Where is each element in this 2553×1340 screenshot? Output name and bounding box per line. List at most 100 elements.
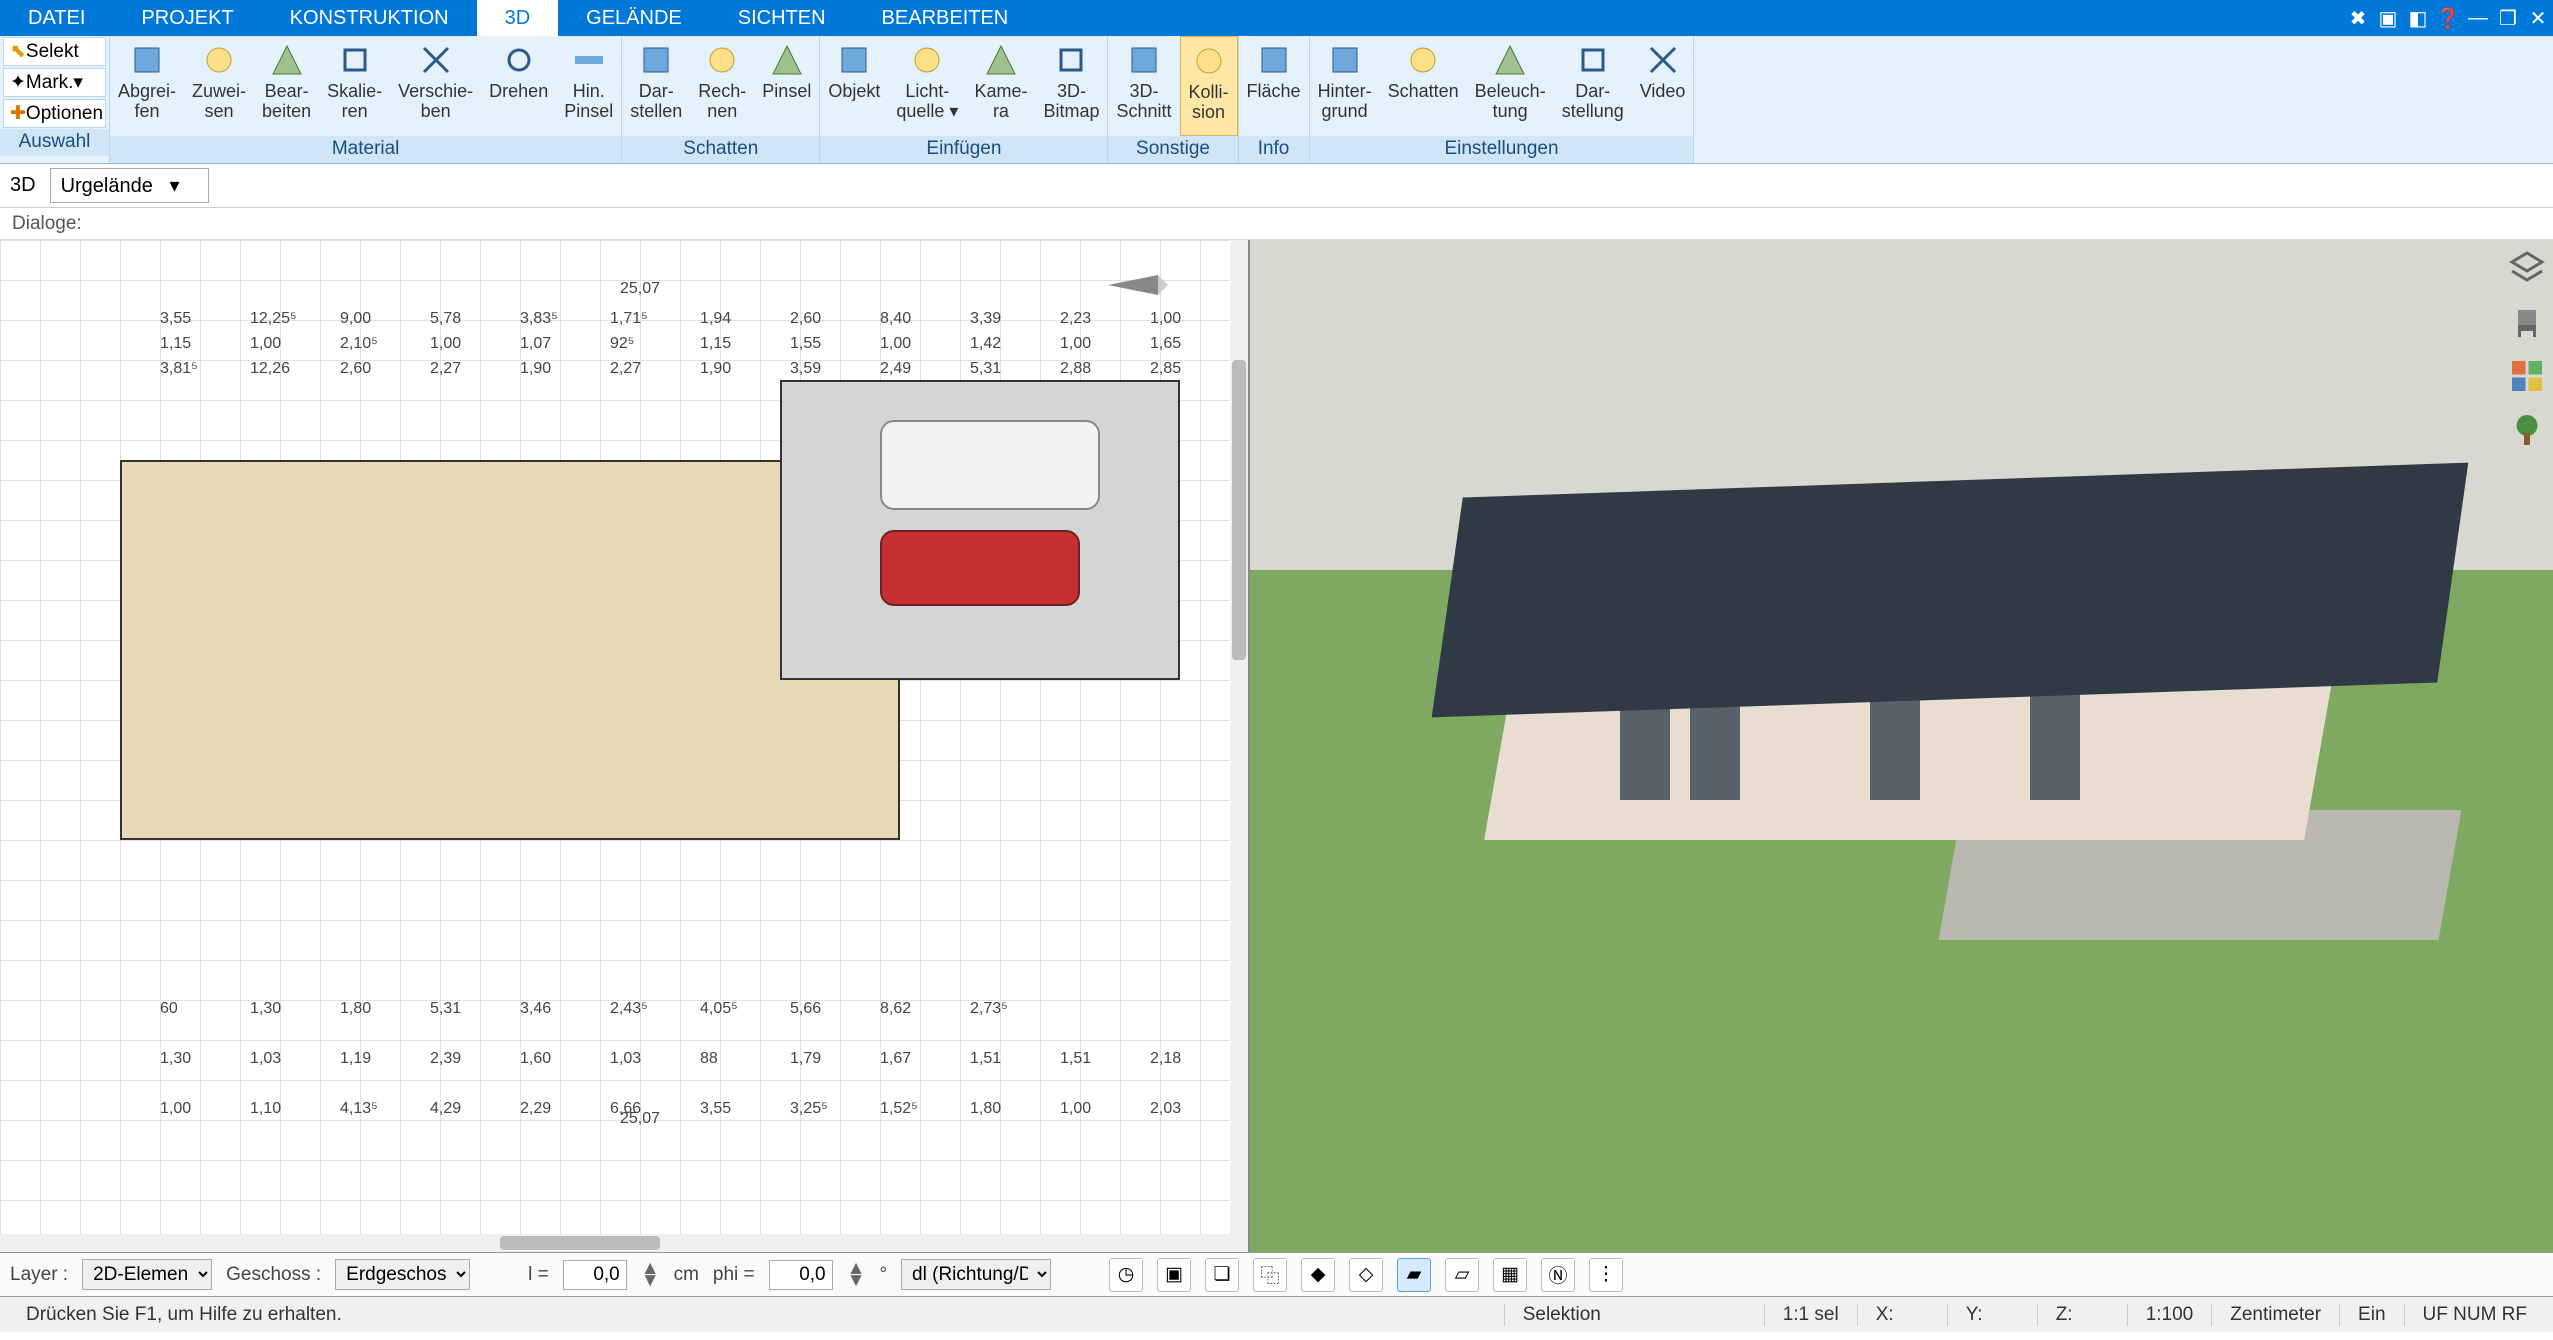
dimension-label: 1,00 (1150, 310, 1181, 328)
ribbon-darstellen-button[interactable]: Dar- stellen (622, 36, 690, 136)
ribbon-dschnitt-button[interactable]: 3D- Schnitt (1108, 36, 1179, 136)
ribbon-hinpinsel-button[interactable]: Hin. Pinsel (556, 36, 621, 136)
view-mode-1[interactable]: ◆ (1301, 1258, 1335, 1292)
help-icon[interactable]: ❓ (2433, 0, 2463, 36)
ribbon-icon (836, 42, 872, 78)
phi-spinner[interactable]: ▲▼ (847, 1263, 866, 1286)
floor-select[interactable]: Erdgeschos (335, 1259, 470, 1290)
ribbon-lichtquelle-button[interactable]: Licht- quelle ▾ (888, 36, 966, 136)
status-y: Y: (1947, 1304, 2037, 1326)
options-button[interactable]: ✚ Optionen (3, 99, 106, 128)
tool-icon-1[interactable]: ✖ (2343, 0, 2373, 36)
dimension-label: 2,29 (520, 1100, 551, 1118)
selection-group: ⬉ Selekt ✦ Mark. ▾ ✚ Optionen Auswahl (0, 36, 110, 163)
dimension-label: 1,90 (520, 360, 551, 378)
length-spinner[interactable]: ▲▼ (641, 1263, 660, 1286)
ribbon-label: Licht- quelle ▾ (896, 82, 958, 122)
menu-tab-projekt[interactable]: PROJEKT (113, 0, 261, 36)
ribbon-dbitmap-button[interactable]: 3D- Bitmap (1035, 36, 1107, 136)
ribbon-drehen-button[interactable]: Drehen (481, 36, 556, 136)
ribbon-icon (638, 42, 674, 78)
close-icon[interactable]: ✕ (2523, 0, 2553, 36)
ribbon-label: Kame- ra (974, 82, 1027, 122)
clock-icon[interactable]: ◷ (1109, 1258, 1143, 1292)
phi-input[interactable] (769, 1260, 833, 1290)
view-mode-2[interactable]: ◇ (1349, 1258, 1383, 1292)
grid-icon[interactable]: ▦ (1493, 1258, 1527, 1292)
restore-icon[interactable]: ❐ (2493, 0, 2523, 36)
tool-icon-2[interactable]: ▣ (2373, 0, 2403, 36)
vscrollbar[interactable] (1230, 240, 1248, 1234)
ribbon-icon (1492, 42, 1528, 78)
length-input[interactable] (563, 1260, 627, 1290)
floorplan-view[interactable]: 3,5512,25⁵9,005,783,83⁵1,71⁵1,942,608,40… (0, 240, 1250, 1252)
layers-icon[interactable] (2509, 250, 2545, 286)
tree-icon[interactable] (2509, 412, 2545, 448)
ribbon-pinsel-button[interactable]: Pinsel (754, 36, 819, 136)
ribbon-schatten-button[interactable]: Schatten (1380, 36, 1467, 136)
dimension-label: 1,67 (880, 1050, 911, 1068)
dimension-label: 1,79 (790, 1050, 821, 1068)
copy-icon[interactable]: ⿻ (1253, 1258, 1287, 1292)
ribbon-objekt-button[interactable]: Objekt (820, 36, 888, 136)
ribbon-rechnen-button[interactable]: Rech- nen (690, 36, 754, 136)
menu-tab-konstruktion[interactable]: KONSTRUKTION (262, 0, 477, 36)
compass-icon[interactable]: Ⓝ (1541, 1258, 1575, 1292)
ribbon-group-material: Abgrei- fenZuwei- senBear- beitenSkalie-… (110, 36, 622, 163)
minimize-icon[interactable]: — (2463, 0, 2493, 36)
terrain-select[interactable]: Urgelände ▾ (50, 168, 209, 203)
ribbon-flche-button[interactable]: Fläche (1239, 36, 1309, 136)
tool-icon-3[interactable]: ◧ (2403, 0, 2433, 36)
ribbon-icon (1645, 42, 1681, 78)
phi-label: phi = (713, 1264, 755, 1286)
stack-icon[interactable]: ❏ (1205, 1258, 1239, 1292)
group-title: Einstellungen (1310, 136, 1694, 163)
layer-label: Layer : (10, 1264, 68, 1286)
select-button[interactable]: ⬉ Selekt (3, 37, 106, 66)
ribbon-icon (337, 42, 373, 78)
dimension-label: 3,46 (520, 1000, 551, 1018)
3d-view[interactable] (1250, 240, 2553, 1252)
dimension-label: 2,85 (1150, 360, 1181, 378)
camera-icon[interactable]: ▣ (1157, 1258, 1191, 1292)
ribbon-darstellung-button[interactable]: Dar- stellung (1554, 36, 1632, 136)
dimension-label: 2,27 (610, 360, 641, 378)
layer-select[interactable]: 2D-Elemen (82, 1259, 212, 1290)
ribbon-icon (269, 42, 305, 78)
palette-icon[interactable] (2509, 358, 2545, 394)
group-title: Sonstige (1108, 136, 1237, 163)
ribbon-abgreifen-button[interactable]: Abgrei- fen (110, 36, 184, 136)
dimension-label: 2,03 (1150, 1100, 1181, 1118)
view-mode-4[interactable]: ▱ (1445, 1258, 1479, 1292)
ribbon-kamera-button[interactable]: Kame- ra (966, 36, 1035, 136)
menu-tab-sichten[interactable]: SICHTEN (710, 0, 854, 36)
hscrollbar[interactable] (0, 1234, 1248, 1252)
dimension-label: 3,81⁵ (160, 360, 198, 378)
ribbon-kollision-button[interactable]: Kolli- sion (1180, 36, 1238, 136)
ribbon-hintergrund-button[interactable]: Hinter- grund (1310, 36, 1380, 136)
menu-tab-datei[interactable]: DATEI (0, 0, 113, 36)
menu-tab-3d[interactable]: 3D (477, 0, 559, 36)
dimension-label: 60 (160, 1000, 178, 1018)
phi-unit: ° (879, 1264, 887, 1286)
ribbon-skalieren-button[interactable]: Skalie- ren (319, 36, 390, 136)
dimension-label: 2,60 (790, 310, 821, 328)
floor-label: Geschoss : (226, 1264, 321, 1286)
more-icon[interactable]: ⋮ (1589, 1258, 1623, 1292)
ribbon-label: Hinter- grund (1318, 82, 1372, 122)
dimension-label: 5,78 (430, 310, 461, 328)
chair-icon[interactable] (2509, 304, 2545, 340)
mark-button[interactable]: ✦ Mark. ▾ (3, 68, 106, 97)
ribbon-video-button[interactable]: Video (1632, 36, 1694, 136)
ribbon-bearbeiten-button[interactable]: Bear- beiten (254, 36, 319, 136)
ribbon-zuweisen-button[interactable]: Zuwei- sen (184, 36, 254, 136)
mode-select[interactable]: dl (Richtung/Di (901, 1259, 1051, 1290)
menu-bar: DATEI PROJEKT KONSTRUKTION 3D GELÄNDE SI… (0, 0, 2553, 36)
ribbon-label: Video (1640, 82, 1686, 102)
menu-tab-gelaende[interactable]: GELÄNDE (558, 0, 710, 36)
dimension-label: 1,71⁵ (610, 310, 648, 328)
ribbon-beleuchtung-button[interactable]: Beleuch- tung (1467, 36, 1554, 136)
menu-tab-bearbeiten[interactable]: BEARBEITEN (854, 0, 1037, 36)
ribbon-verschieben-button[interactable]: Verschie- ben (390, 36, 481, 136)
view-mode-3[interactable]: ▰ (1397, 1258, 1431, 1292)
